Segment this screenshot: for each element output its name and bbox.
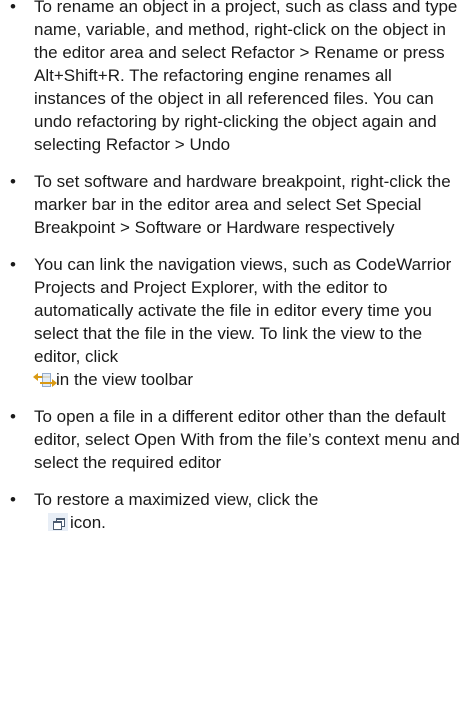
tip-text: To rename an object in a project, such a… [34,0,458,154]
restore-view-icon [48,513,68,531]
bullet-icon: • [10,172,16,191]
list-item: • To set software and hardware breakpoin… [0,170,472,239]
tip-text-continuation: in the view toolbar [56,370,194,389]
tip-text: You can link the navigation views, such … [34,255,452,366]
bullet-icon: • [10,0,16,16]
bullet-icon: • [10,490,16,509]
link-with-editor-icon [33,371,57,388]
tips-list: • To rename an object in a project, such… [0,0,472,534]
list-item: • To rename an object in a project, such… [0,0,472,156]
list-item: • To restore a maximized view, click the… [0,488,472,534]
tip-text: To open a file in a different editor oth… [34,407,460,472]
tip-text: To restore a maximized view, click the [34,490,319,509]
tip-text: To set software and hardware breakpoint,… [34,172,451,237]
bullet-icon: • [10,255,16,274]
list-item: • To open a file in a different editor o… [0,405,472,474]
document-page: • To rename an object in a project, such… [0,0,472,548]
bullet-icon: • [10,407,16,426]
tip-text-continuation: icon. [70,513,106,532]
list-item: • You can link the navigation views, suc… [0,253,472,391]
